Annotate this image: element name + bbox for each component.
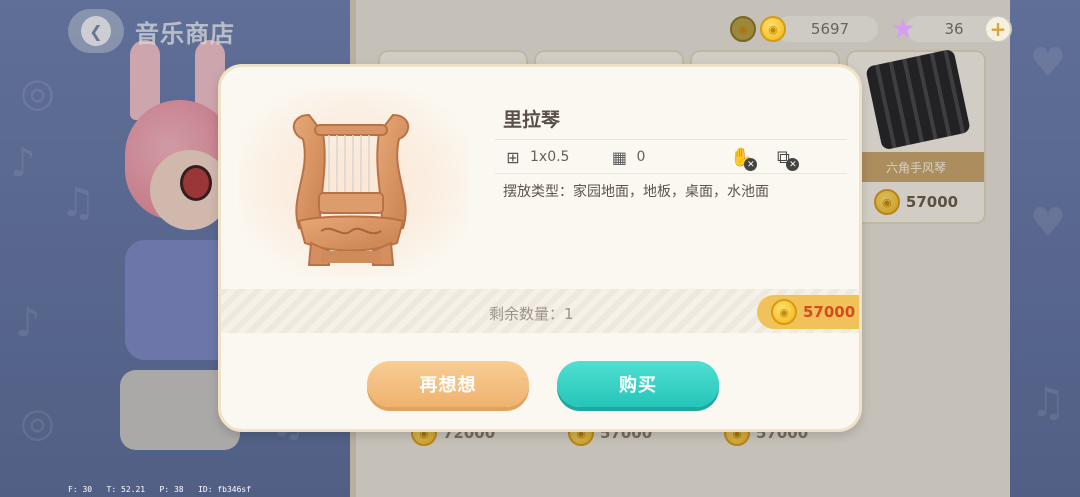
price-value: 57000	[803, 303, 856, 321]
price-tag: ◉ 57000	[757, 295, 859, 329]
divider	[495, 139, 847, 140]
buy-button[interactable]: 购买	[557, 361, 719, 407]
item-name: 里拉琴	[503, 109, 561, 131]
coin-icon: ◉	[760, 16, 786, 42]
placement-value: 家园地面，地板，桌面，水池面	[573, 184, 769, 200]
debug-fps: F: 30	[68, 485, 93, 494]
item-size-value: 1x0.5	[530, 149, 570, 165]
no-interact-icon: ✋ ✕	[727, 145, 758, 171]
cancel-button[interactable]: 再想想	[367, 361, 529, 407]
building-icon: ▦	[611, 147, 628, 167]
placement-label: 摆放类型：	[503, 184, 573, 200]
grid-size-icon: ⊞	[506, 147, 520, 167]
debug-overlay: F: 30 T: 52.21 P: 38 ID: fb346sf	[68, 485, 251, 494]
add-currency-button[interactable]: +	[986, 17, 1010, 41]
purchase-dialog: 里拉琴 ⊞ 1x0.5 ▦ 0 ✋ ✕ ⧉ ✕ 摆放类型：家园地面，地板，桌面，水池…	[218, 64, 862, 432]
star-icon: ★	[890, 12, 916, 45]
debug-time: T: 52.21	[106, 485, 146, 494]
item-capacity: ▦ 0	[609, 147, 645, 167]
debug-id: ID: fb346sf	[198, 485, 252, 494]
no-rotate-icon: ⧉ ✕	[769, 145, 800, 171]
debug-ping: P: 38	[159, 485, 184, 494]
item-size: ⊞ 1x0.5	[503, 147, 569, 167]
divider	[495, 173, 847, 174]
remaining-stock: 剩余数量：1	[489, 303, 574, 324]
placement-type: 摆放类型：家园地面，地板，桌面，水池面	[503, 181, 769, 201]
item-capacity-value: 0	[636, 149, 646, 165]
lyre-icon	[293, 113, 409, 266]
coin-icon: ◉	[771, 299, 797, 325]
remaining-stock-value: 1	[564, 305, 574, 323]
item-stats: ⊞ 1x0.5 ▦ 0 ✋ ✕ ⧉ ✕	[503, 145, 800, 171]
remaining-stock-label: 剩余数量：	[489, 305, 565, 323]
